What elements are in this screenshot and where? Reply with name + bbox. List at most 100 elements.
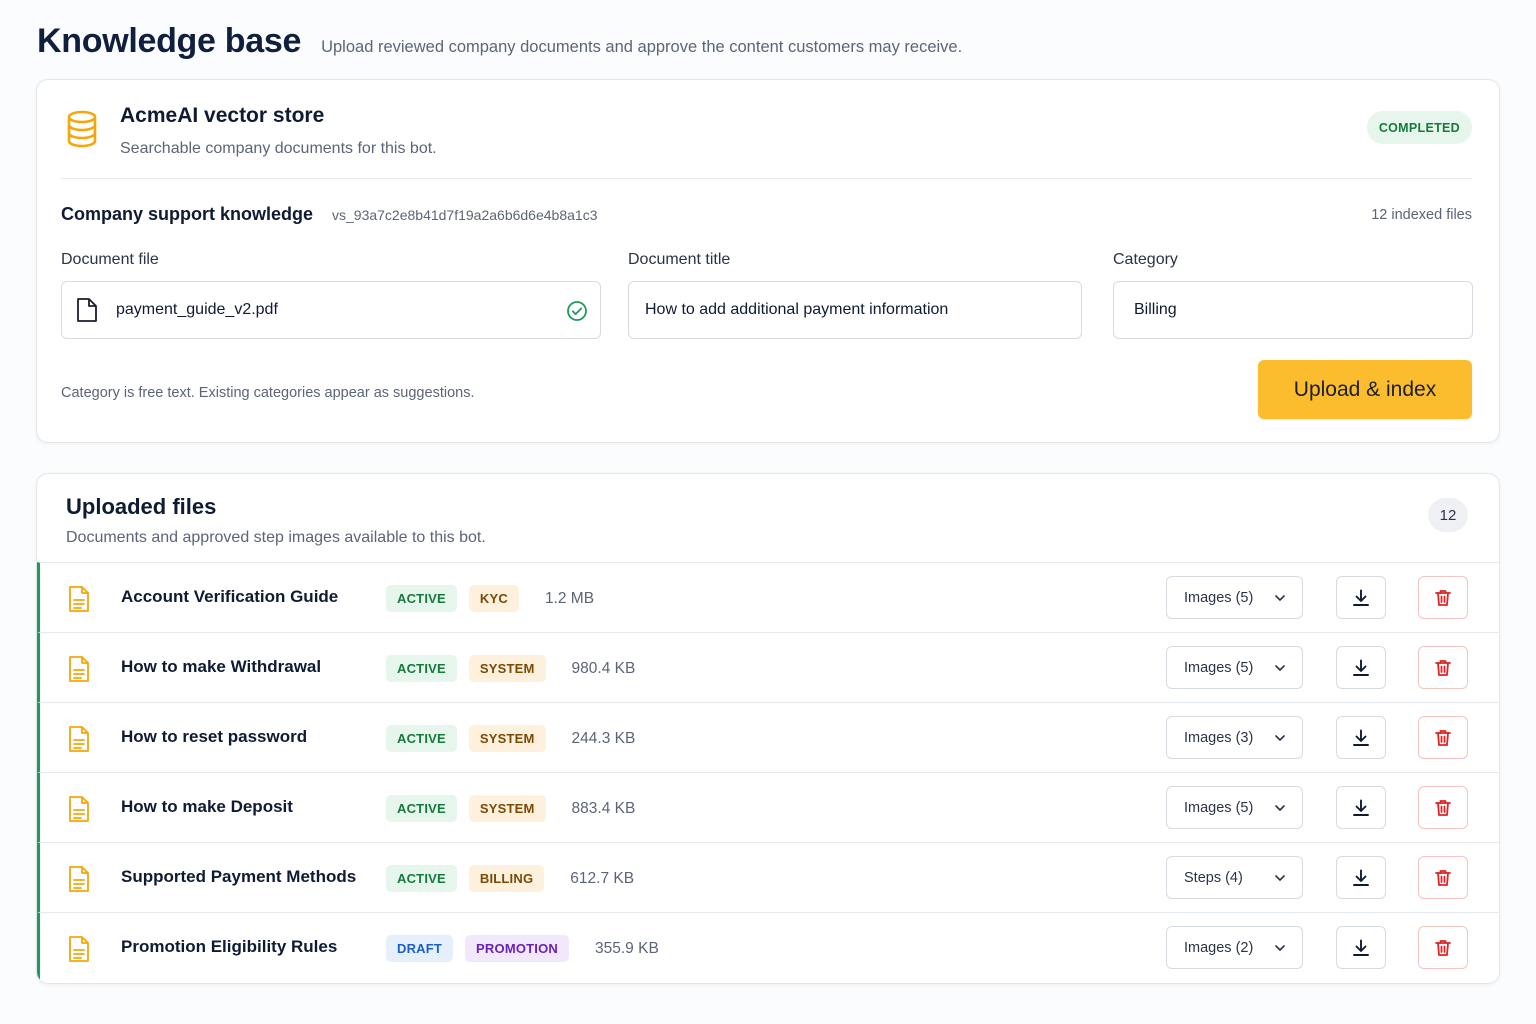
category-badge: PROMOTION	[465, 935, 570, 962]
file-list: Account Verification Guide ACTIVE KYC 1.…	[37, 562, 1499, 982]
media-dropdown[interactable]: Images (5)	[1166, 786, 1303, 829]
download-button[interactable]	[1336, 856, 1386, 899]
chevron-down-icon	[1274, 732, 1286, 744]
status-badge: ACTIVE	[386, 655, 457, 682]
page-title: Knowledge base	[37, 22, 302, 60]
media-dropdown[interactable]: Steps (4)	[1166, 856, 1303, 899]
delete-button[interactable]	[1418, 856, 1468, 899]
file-name: Account Verification Guide	[121, 587, 339, 606]
uploaded-files-card: Uploaded files Documents and approved st…	[36, 473, 1500, 984]
check-circle-icon	[566, 300, 588, 322]
download-icon	[1353, 729, 1369, 746]
file-row: Promotion Eligibility Rules DRAFT PROMOT…	[37, 912, 1499, 982]
category-badge: SYSTEM	[468, 655, 546, 682]
file-name: Promotion Eligibility Rules	[121, 937, 338, 956]
file-size: 1.2 MB	[544, 589, 595, 607]
chevron-down-icon	[1274, 592, 1286, 604]
document-icon	[68, 935, 90, 963]
file-row: Supported Payment Methods ACTIVE BILLING…	[37, 842, 1499, 912]
delete-button[interactable]	[1418, 926, 1468, 969]
upload-index-button[interactable]: Upload & index	[1258, 360, 1472, 419]
media-dropdown-label: Images (3)	[1184, 729, 1254, 746]
uploaded-files-title: Uploaded files	[66, 494, 217, 519]
trash-icon	[1435, 799, 1451, 816]
status-badge: ACTIVE	[386, 725, 457, 752]
media-dropdown[interactable]: Images (2)	[1166, 926, 1303, 969]
chevron-down-icon	[1274, 802, 1286, 814]
delete-button[interactable]	[1418, 786, 1468, 829]
download-button[interactable]	[1336, 926, 1386, 969]
database-icon	[65, 110, 99, 148]
document-title-label: Document title	[628, 251, 731, 268]
download-button[interactable]	[1336, 576, 1386, 619]
media-dropdown-label: Steps (4)	[1184, 869, 1243, 886]
file-badges: DRAFT PROMOTION 355.9 KB	[386, 935, 659, 962]
download-button[interactable]	[1336, 786, 1386, 829]
file-name: Supported Payment Methods	[121, 867, 357, 886]
file-badges: ACTIVE KYC 1.2 MB	[386, 585, 594, 612]
status-badge: ACTIVE	[386, 795, 457, 822]
chevron-down-icon	[1274, 662, 1286, 674]
document-title-input[interactable]: How to add additional payment informatio…	[628, 281, 1082, 339]
category-badge: BILLING	[468, 865, 545, 892]
uploaded-files-description: Documents and approved step images avail…	[66, 529, 486, 546]
file-badges: ACTIVE SYSTEM 980.4 KB	[386, 655, 635, 682]
category-badge: SYSTEM	[468, 795, 546, 822]
download-icon	[1353, 589, 1369, 606]
file-size: 980.4 KB	[571, 659, 636, 677]
media-dropdown-label: Images (5)	[1184, 799, 1254, 816]
file-badges: ACTIVE SYSTEM 883.4 KB	[386, 795, 635, 822]
vector-store-card: AcmeAI vector store Searchable company d…	[36, 79, 1500, 443]
download-icon	[1353, 799, 1369, 816]
file-size: 612.7 KB	[570, 869, 635, 887]
file-size: 355.9 KB	[595, 939, 659, 957]
page-header: Knowledge base Upload reviewed company d…	[37, 22, 962, 61]
download-button[interactable]	[1336, 716, 1386, 759]
document-icon	[68, 795, 90, 823]
files-count-badge: 12	[1428, 498, 1468, 532]
document-icon	[68, 725, 90, 753]
file-badges: ACTIVE BILLING 612.7 KB	[386, 865, 634, 892]
category-badge: KYC	[468, 585, 519, 612]
media-dropdown[interactable]: Images (5)	[1166, 646, 1303, 689]
store-name: AcmeAI vector store	[120, 104, 325, 127]
file-name: How to make Withdrawal	[121, 657, 322, 676]
trash-icon	[1435, 589, 1451, 606]
status-badge: DRAFT	[386, 935, 454, 962]
media-dropdown[interactable]: Images (5)	[1166, 576, 1303, 619]
download-button[interactable]	[1336, 646, 1386, 689]
document-file-label: Document file	[61, 251, 159, 268]
delete-button[interactable]	[1418, 576, 1468, 619]
category-input[interactable]: Billing	[1113, 281, 1473, 339]
status-badge: COMPLETED	[1366, 111, 1472, 144]
file-row: How to make Withdrawal ACTIVE SYSTEM 980…	[37, 632, 1499, 702]
indexed-files-count: 12 indexed files	[1371, 207, 1472, 223]
media-dropdown[interactable]: Images (3)	[1166, 716, 1303, 759]
download-icon	[1353, 659, 1369, 676]
category-label: Category	[1113, 251, 1178, 268]
store-description: Searchable company documents for this bo…	[120, 140, 437, 157]
document-icon	[68, 865, 90, 893]
file-name: How to reset password	[121, 727, 308, 746]
divider	[61, 178, 1472, 179]
file-size: 244.3 KB	[571, 729, 636, 747]
file-row: How to make Deposit ACTIVE SYSTEM 883.4 …	[37, 772, 1499, 842]
download-icon	[1353, 939, 1369, 956]
delete-button[interactable]	[1418, 646, 1468, 689]
file-size: 883.4 KB	[571, 799, 636, 817]
delete-button[interactable]	[1418, 716, 1468, 759]
file-row: Account Verification Guide ACTIVE KYC 1.…	[37, 562, 1499, 632]
page-subtitle: Upload reviewed company documents and ap…	[321, 38, 963, 56]
category-badge: SYSTEM	[468, 725, 546, 752]
media-dropdown-label: Images (5)	[1184, 589, 1254, 606]
trash-icon	[1435, 729, 1451, 746]
trash-icon	[1435, 869, 1451, 886]
document-file-picker[interactable]: payment_guide_v2.pdf	[61, 281, 601, 339]
download-icon	[1353, 869, 1369, 886]
status-badge: ACTIVE	[386, 585, 457, 612]
file-badges: ACTIVE SYSTEM 244.3 KB	[386, 725, 635, 752]
chevron-down-icon	[1274, 872, 1286, 884]
media-dropdown-label: Images (5)	[1184, 659, 1254, 676]
document-title-value: How to add additional payment informatio…	[645, 301, 949, 318]
trash-icon	[1435, 939, 1451, 956]
